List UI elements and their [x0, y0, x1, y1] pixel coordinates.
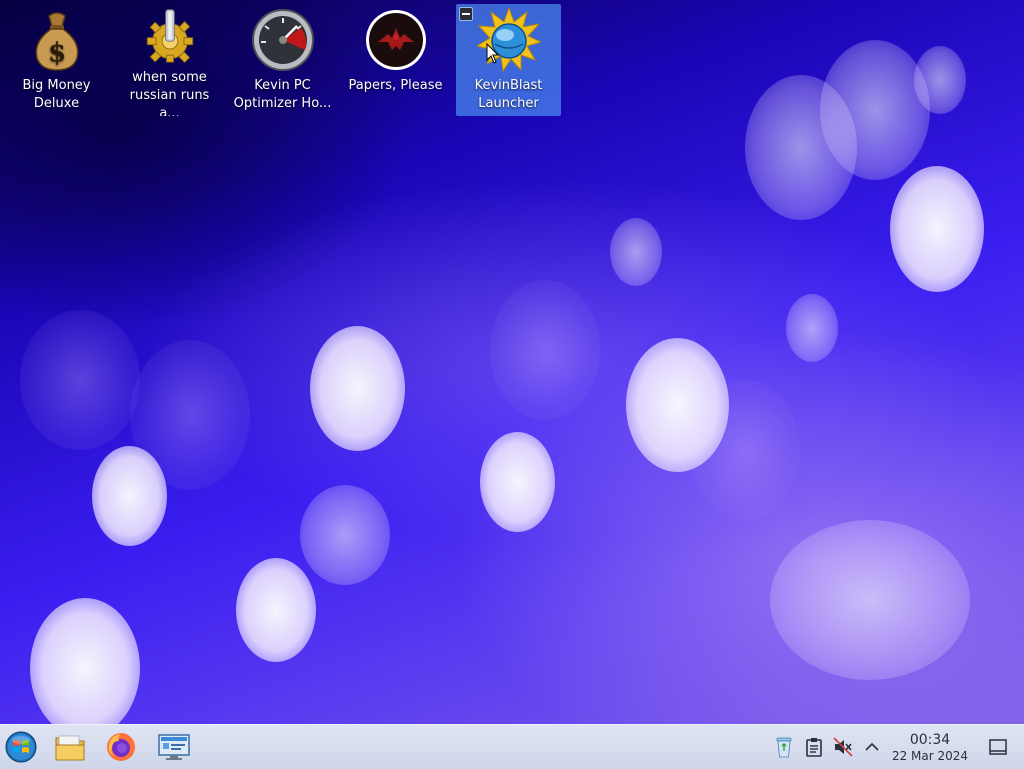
windows-orb-icon [5, 731, 37, 763]
clipboard-icon [806, 738, 822, 757]
desktop[interactable]: $ Big Money Deluxe when some russian run… [0, 0, 1024, 724]
volume-muted-icon [833, 737, 853, 757]
gear-icon [146, 9, 193, 64]
digital-clock[interactable]: 00:34 22 Mar 2024 [884, 731, 976, 764]
clock-time: 00:34 [909, 732, 951, 748]
selection-toggle-button[interactable] [459, 7, 473, 21]
show-desktop-button[interactable] [987, 736, 1009, 758]
taskbar: 00:34 22 Mar 2024 [0, 724, 1024, 769]
clock-date: 22 Mar 2024 [891, 749, 969, 763]
mouse-cursor-icon [486, 43, 500, 64]
start-menu-button[interactable] [4, 730, 38, 764]
clipboard-tray-button[interactable] [803, 736, 825, 758]
icon-label: Kevin PC Optimizer Ho... [233, 78, 332, 111]
icon-label: when some russian runs a... [129, 69, 210, 116]
icon-label: Papers, Please [348, 78, 443, 93]
icon-label: KevinBlast Launcher [474, 78, 543, 111]
firefox-icon [107, 733, 135, 761]
icon-label: Big Money Deluxe [22, 78, 91, 111]
web-browser-button[interactable] [104, 730, 138, 764]
desktop-icon-kevinblast-launcher[interactable]: KevinBlast Launcher [456, 4, 561, 116]
tray-expander-button[interactable] [861, 736, 883, 758]
show-desktop-icon [989, 739, 1007, 755]
recycle-bin-tray-button[interactable] [773, 736, 795, 758]
system-settings-button[interactable] [157, 730, 191, 764]
volume-tray-button[interactable] [832, 736, 854, 758]
control-panel-icon [158, 734, 190, 760]
file-manager-button[interactable] [53, 730, 87, 764]
desktop-icon-kevin-pc-optimizer[interactable]: Kevin PC Optimizer Ho... [230, 4, 335, 116]
chevron-up-icon [865, 742, 879, 751]
desktop-icon-papers-please[interactable]: Papers, Please [343, 4, 448, 116]
folder-icon [55, 735, 85, 761]
recycle-bin-icon [776, 737, 792, 758]
svg-text:$: $ [47, 38, 65, 68]
money-bag-icon: $ [35, 12, 78, 71]
eagle-emblem-icon [365, 10, 426, 70]
desktop-icon-russian-gear[interactable]: when some russian runs a... [117, 4, 222, 116]
speedometer-icon [251, 9, 314, 71]
desktop-icon-big-money-deluxe[interactable]: $ Big Money Deluxe [4, 4, 109, 116]
